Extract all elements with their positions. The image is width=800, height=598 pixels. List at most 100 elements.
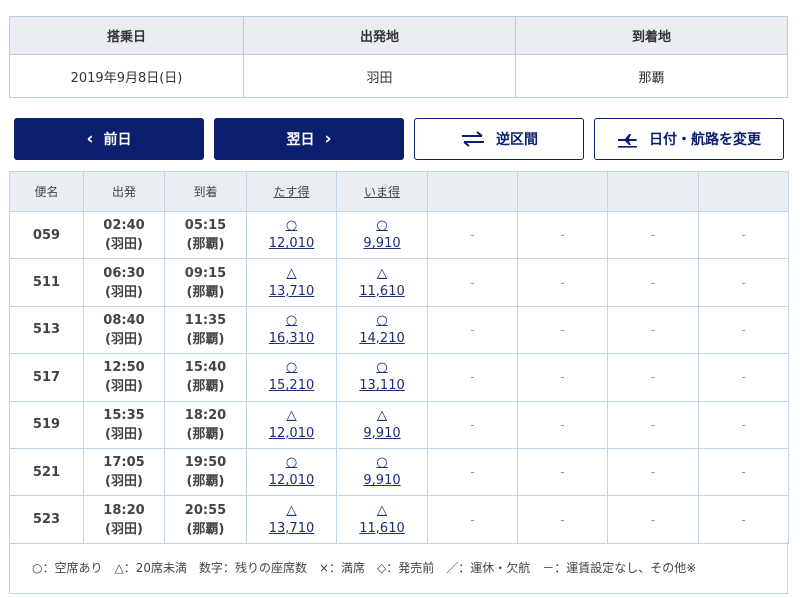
empty-fare-cell: - — [698, 400, 789, 449]
previous-day-button[interactable]: ‹ 前日 — [14, 118, 204, 160]
flight-number: 513 — [9, 305, 84, 355]
departure-cell: 02:40 (羽田) — [83, 210, 165, 260]
fare-price-link[interactable]: 14,210 — [337, 330, 427, 348]
empty-fare-cell: - — [607, 400, 699, 449]
reverse-route-label: 逆区間 — [496, 132, 538, 148]
departure-cell: 15:35 (羽田) — [83, 400, 165, 449]
col-fare-imatoku[interactable]: いま得 — [336, 171, 428, 212]
reverse-route-button[interactable]: 逆区間 — [414, 118, 584, 160]
fare-imatoku-cell[interactable]: △ 11,610 — [336, 258, 428, 307]
fare-availability-mark[interactable]: ○ — [247, 217, 336, 235]
fare-tasutoku-cell[interactable]: ○ 12,010 — [246, 447, 337, 497]
fare-price-link[interactable]: 9,910 — [337, 235, 427, 253]
empty-fare-cell: - — [427, 305, 518, 355]
fare-availability-mark[interactable]: △ — [247, 502, 336, 520]
empty-fare-cell: - — [698, 258, 789, 307]
fare-imatoku-cell[interactable]: ○ 9,910 — [336, 447, 428, 497]
boarding-date-value: 2019年9月8日(日) — [10, 55, 244, 97]
fare-availability-mark[interactable]: ○ — [247, 454, 336, 472]
fare-tasutoku-cell[interactable]: ○ 12,010 — [246, 210, 337, 260]
arrival-time: 19:50 — [184, 455, 227, 471]
arrival-cell: 20:55 (那覇) — [164, 495, 247, 544]
fare-tasutoku-cell[interactable]: ○ 15,210 — [246, 353, 337, 402]
fare-availability-mark[interactable]: ○ — [337, 217, 427, 235]
arrival-airport: (那覇) — [186, 331, 225, 347]
fare-price-link[interactable]: 12,010 — [247, 235, 336, 253]
fare-price-link[interactable]: 15,210 — [247, 377, 336, 395]
departure-airport: (羽田) — [105, 521, 143, 537]
empty-fare-cell: - — [607, 447, 699, 497]
fare-availability-mark[interactable]: ○ — [337, 312, 427, 330]
empty-fare-cell: - — [607, 305, 699, 355]
arrival-time: 09:15 — [184, 265, 227, 281]
fare-availability-mark[interactable]: △ — [337, 265, 427, 283]
departure-time: 18:20 — [103, 502, 145, 518]
empty-fare-cell: - — [698, 210, 789, 260]
arrival-time: 05:15 — [184, 218, 227, 234]
empty-fare-cell: - — [607, 495, 699, 544]
fare-availability-mark[interactable]: △ — [247, 265, 336, 283]
col-empty — [698, 171, 789, 212]
flight-number: 059 — [9, 210, 84, 260]
fare-price-link[interactable]: 13,710 — [247, 520, 336, 538]
col-departure: 出発 — [83, 171, 165, 212]
fare-availability-mark[interactable]: △ — [337, 407, 427, 425]
fare-imatoku-cell[interactable]: ○ 14,210 — [336, 305, 428, 355]
origin-value: 羽田 — [244, 55, 516, 97]
chevron-right-icon: › — [324, 128, 332, 149]
departure-airport: (羽田) — [105, 379, 143, 395]
fare-availability-mark[interactable]: △ — [247, 407, 336, 425]
fare-availability-mark[interactable]: △ — [337, 502, 427, 520]
departure-cell: 17:05 (羽田) — [83, 447, 165, 497]
fare-availability-mark[interactable]: ○ — [247, 312, 336, 330]
fare-price-link[interactable]: 11,610 — [337, 520, 427, 538]
col-fare-tasutoku[interactable]: たす得 — [246, 171, 337, 212]
arrival-cell: 18:20 (那覇) — [164, 400, 247, 449]
col-empty — [427, 171, 518, 212]
table-header-row: 便名 出発 到着 たす得 いま得 — [9, 171, 789, 212]
fare-price-link[interactable]: 11,610 — [337, 283, 427, 301]
arrival-time: 11:35 — [184, 312, 227, 328]
table-row: 059 02:40 (羽田) 05:15 (那覇) ○ 12,010 ○ 9,910- - - - — [9, 210, 789, 260]
fare-imatoku-cell[interactable]: △ 9,910 — [336, 400, 428, 449]
next-day-label: 翌日 — [286, 132, 315, 148]
fare-tasutoku-cell[interactable]: ○ 16,310 — [246, 305, 337, 355]
fare-price-link[interactable]: 12,010 — [247, 472, 336, 490]
flight-number: 523 — [9, 495, 84, 544]
col-empty — [517, 171, 608, 212]
empty-fare-cell: - — [698, 353, 789, 402]
flight-number: 511 — [9, 258, 84, 307]
arrival-time: 18:20 — [184, 407, 227, 423]
fare-availability-mark[interactable]: ○ — [337, 454, 427, 472]
fare-tasutoku-cell[interactable]: △ 13,710 — [246, 258, 337, 307]
fare-tasutoku-cell[interactable]: △ 12,010 — [246, 400, 337, 449]
fare-price-link[interactable]: 16,310 — [247, 330, 336, 348]
departure-time: 06:30 — [103, 265, 145, 281]
table-row: 521 17:05 (羽田) 19:50 (那覇) ○ 12,010 ○ 9,910- - - - — [9, 447, 789, 497]
fare-imatoku-cell[interactable]: ○ 9,910 — [336, 210, 428, 260]
fare-availability-mark[interactable]: ○ — [247, 359, 336, 377]
fare-price-link[interactable]: 12,010 — [247, 425, 336, 443]
table-row: 523 18:20 (羽田) 20:55 (那覇) △ 13,710 △ 11,610- - - - — [9, 495, 789, 544]
arrival-airport: (那覇) — [186, 379, 225, 395]
empty-fare-cell: - — [517, 447, 608, 497]
empty-fare-cell: - — [427, 258, 518, 307]
fare-price-link[interactable]: 13,710 — [247, 283, 336, 301]
fare-imatoku-cell[interactable]: △ 11,610 — [336, 495, 428, 544]
departure-cell: 12:50 (羽田) — [83, 353, 165, 402]
change-date-route-button[interactable]: 日付・航路を変更 — [594, 118, 784, 160]
fare-price-link[interactable]: 9,910 — [337, 425, 427, 443]
destination-header: 到着地 — [516, 17, 787, 55]
departure-time: 12:50 — [103, 360, 145, 376]
fare-imatoku-cell[interactable]: ○ 13,110 — [336, 353, 428, 402]
empty-fare-cell: - — [517, 400, 608, 449]
fare-tasutoku-cell[interactable]: △ 13,710 — [246, 495, 337, 544]
departure-airport: (羽田) — [105, 474, 143, 490]
next-day-button[interactable]: 翌日 › — [214, 118, 404, 160]
departure-airport: (羽田) — [105, 284, 143, 300]
col-empty — [607, 171, 699, 212]
fare-availability-mark[interactable]: ○ — [337, 359, 427, 377]
fare-price-link[interactable]: 9,910 — [337, 472, 427, 490]
empty-fare-cell: - — [517, 305, 608, 355]
fare-price-link[interactable]: 13,110 — [337, 377, 427, 395]
